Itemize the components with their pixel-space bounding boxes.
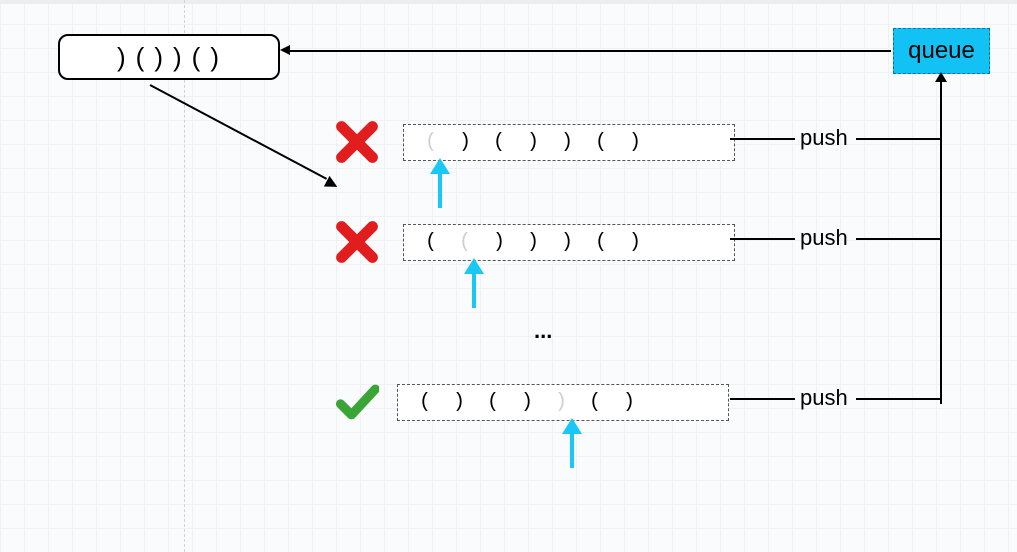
char: ( <box>408 391 442 414</box>
char: ( <box>188 42 207 73</box>
attempt-sequence-box: ( ) ( ) ) ( ) <box>403 124 735 161</box>
push-connector <box>730 138 795 140</box>
char: ( <box>584 131 618 154</box>
attempt-row-1: ( ) ( ) ) ( ) <box>335 120 735 164</box>
push-connector <box>856 398 942 400</box>
cross-icon <box>335 220 379 264</box>
char-inserted: ( <box>448 231 482 254</box>
push-bus-arrowhead <box>935 72 947 82</box>
pointer-arrow-icon <box>428 158 452 210</box>
top-bar <box>0 0 1017 4</box>
push-connector <box>730 398 795 400</box>
char: ) <box>516 231 550 254</box>
char: ) <box>442 391 476 414</box>
vertical-guide <box>184 0 185 552</box>
grid-background <box>0 0 1017 552</box>
push-label: push <box>800 225 848 251</box>
char: ( <box>476 391 510 414</box>
push-label: push <box>800 125 848 151</box>
char: ( <box>132 42 151 73</box>
char-inserted: ( <box>414 131 448 154</box>
attempt-sequence-box: ( ( ) ) ) ( ) <box>403 224 735 261</box>
attempt-sequence-box: ( ) ( ) ) ( ) <box>397 384 729 421</box>
char: ) <box>206 42 225 73</box>
char: ( <box>414 231 448 254</box>
push-label: push <box>800 385 848 411</box>
arrow-queue-to-source-line <box>285 50 891 52</box>
attempt-row-2: ( ( ) ) ) ( ) <box>335 220 735 264</box>
source-sequence-box: ) ( ) ) ( ) <box>58 34 280 80</box>
attempt-row-3: ( ) ( ) ) ( ) <box>335 380 729 424</box>
char: ( <box>578 391 612 414</box>
cross-icon <box>335 120 379 164</box>
check-icon <box>335 380 379 424</box>
arrow-queue-to-source-head <box>280 45 290 55</box>
char: ) <box>510 391 544 414</box>
char: ) <box>448 131 482 154</box>
queue-box: queue <box>893 28 990 74</box>
push-connector <box>856 238 942 240</box>
push-connector <box>730 238 795 240</box>
char: ) <box>618 131 652 154</box>
char: ) <box>612 391 646 414</box>
queue-label: queue <box>908 37 975 65</box>
char: ) <box>550 131 584 154</box>
char: ) <box>482 231 516 254</box>
char: ( <box>482 131 516 154</box>
char: ) <box>618 231 652 254</box>
char: ( <box>584 231 618 254</box>
char: ) <box>516 131 550 154</box>
char: ) <box>150 42 169 73</box>
ellipsis: ... <box>534 318 552 344</box>
char: ) <box>113 42 132 73</box>
push-connector <box>856 138 942 140</box>
pointer-arrow-icon <box>462 258 486 310</box>
char-inserted: ) <box>544 391 578 414</box>
pointer-arrow-icon <box>560 418 584 470</box>
char: ) <box>550 231 584 254</box>
char: ) <box>169 42 188 73</box>
